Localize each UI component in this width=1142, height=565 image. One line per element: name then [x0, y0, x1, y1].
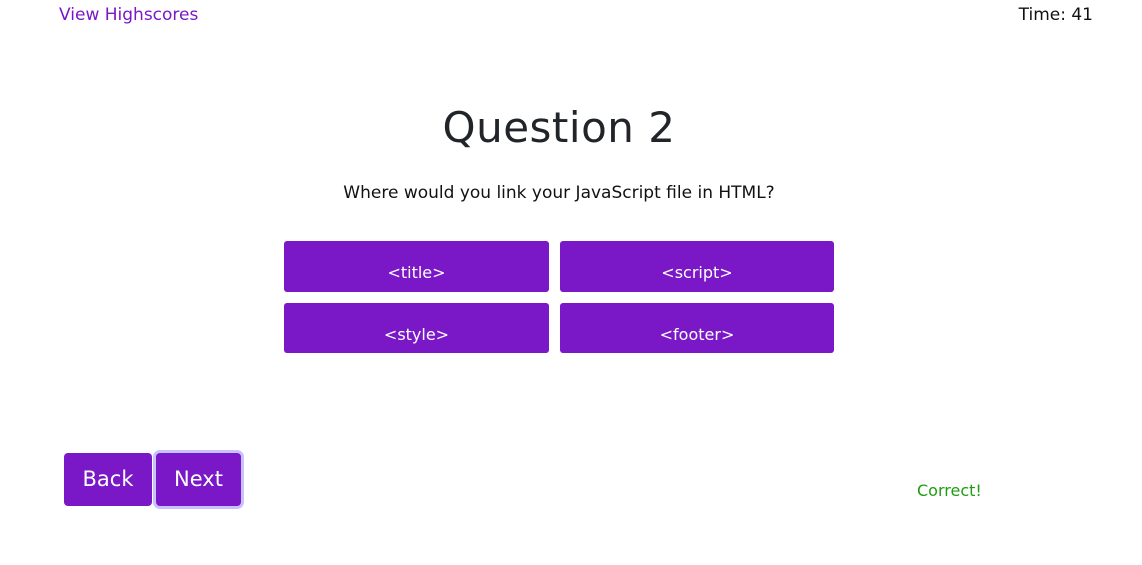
quiz-page: View Highscores Time: 41 Question 2 Wher… [0, 0, 1142, 565]
view-highscores-link[interactable]: View Highscores [59, 5, 198, 25]
question-title: Question 2 [442, 103, 676, 152]
back-button[interactable]: Back [64, 453, 152, 506]
next-button[interactable]: Next [156, 453, 241, 506]
timer-display: Time: 41 [1018, 5, 1093, 25]
question-prompt: Where would you link your JavaScript fil… [343, 183, 775, 203]
answer-option-2[interactable]: <script> [560, 241, 834, 292]
answer-option-3[interactable]: <style> [284, 303, 549, 353]
answer-option-1[interactable]: <title> [284, 241, 549, 292]
answer-option-4[interactable]: <footer> [560, 303, 834, 353]
answer-feedback: Correct! [917, 481, 982, 500]
